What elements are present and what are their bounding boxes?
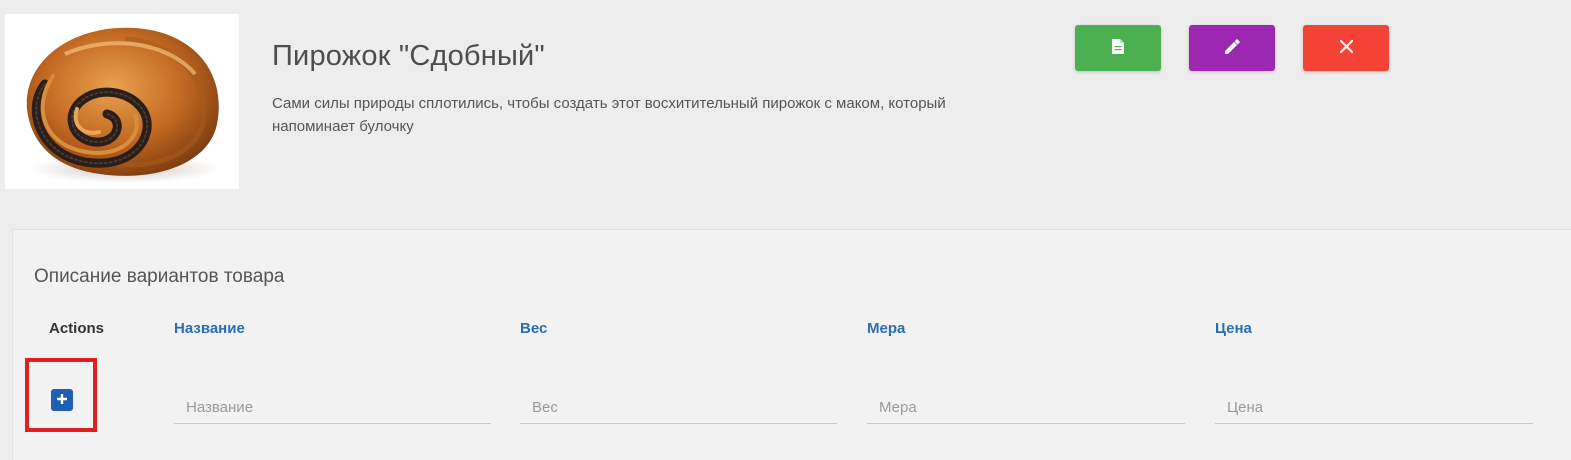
plus-icon <box>56 393 68 408</box>
price-input[interactable] <box>1215 391 1533 424</box>
variants-panel: Описание вариантов товара Actions Назван… <box>12 229 1571 460</box>
document-icon <box>1112 39 1124 57</box>
add-variant-button[interactable] <box>51 389 73 411</box>
variants-title: Описание вариантов товара <box>34 266 285 287</box>
product-description: Сами силы природы сплотились, чтобы созд… <box>272 95 946 135</box>
header-measure-sort[interactable]: Мера <box>867 320 905 337</box>
name-input[interactable] <box>174 391 491 424</box>
close-icon <box>1339 39 1353 56</box>
header-weight-sort[interactable]: Вес <box>520 320 547 337</box>
header-actions: Actions <box>49 320 105 337</box>
measure-input[interactable] <box>867 391 1185 424</box>
edit-button[interactable] <box>1189 25 1275 71</box>
product-image <box>5 14 239 189</box>
document-button[interactable] <box>1075 25 1161 71</box>
header-price-sort[interactable]: Цена <box>1215 320 1252 337</box>
weight-input[interactable] <box>520 391 837 424</box>
product-title: Пирожок "Сдобный" <box>272 40 545 72</box>
header-name-sort[interactable]: Название <box>174 320 245 337</box>
delete-button[interactable] <box>1303 25 1389 71</box>
pencil-icon <box>1224 38 1240 58</box>
